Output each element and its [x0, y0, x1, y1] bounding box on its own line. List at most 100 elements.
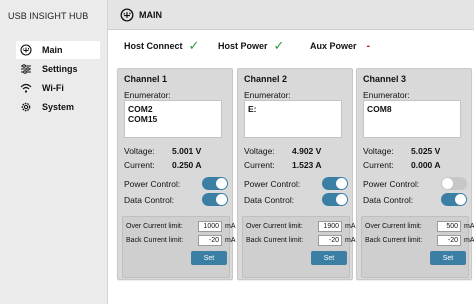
app-title: USB INSIGHT HUB	[8, 11, 89, 21]
gear-icon	[20, 101, 32, 113]
current-limits-panel: Over Current limit: 500 mA Back Current …	[361, 216, 474, 278]
power-control-label: Power Control:	[124, 179, 181, 189]
current-value: 0.250 A	[172, 160, 202, 170]
sidebar-item-wifi[interactable]: Wi-Fi	[16, 79, 100, 97]
toggle-knob	[216, 178, 227, 189]
sidebar-item-settings[interactable]: Settings	[16, 60, 100, 78]
page-title: MAIN	[139, 9, 162, 20]
enumerator-label: Enumerator:	[244, 90, 291, 100]
back-current-unit: mA	[345, 237, 356, 244]
enumerator-line: COM15	[128, 114, 158, 124]
back-current-row: Back Current limit: -20 mA	[126, 235, 236, 246]
over-current-unit: mA	[225, 223, 236, 230]
over-current-input[interactable]: 500	[437, 221, 461, 232]
current-row: Current: 1.523 A	[244, 160, 321, 170]
toggle-knob	[455, 194, 466, 205]
data-control-row: Data Control:	[124, 193, 228, 207]
over-current-unit: mA	[464, 223, 474, 230]
over-current-row: Over Current limit: 1900 mA	[246, 221, 356, 232]
data-control-label: Data Control:	[244, 195, 295, 205]
over-current-input[interactable]: 1000	[198, 221, 222, 232]
data-control-label: Data Control:	[124, 195, 175, 205]
aux-power-label: Aux Power	[310, 41, 357, 51]
over-current-unit: mA	[345, 223, 356, 230]
over-current-input[interactable]: 1900	[318, 221, 342, 232]
check-icon: ✓	[188, 38, 200, 53]
enumerator-line: COM8	[367, 104, 392, 114]
voltage-label: Voltage:	[244, 146, 275, 156]
data-control-label: Data Control:	[363, 195, 414, 205]
power-control-row: Power Control:	[363, 177, 467, 191]
toggle-knob	[216, 194, 227, 205]
current-value: 1.523 A	[292, 160, 322, 170]
voltage-value: 4.902 V	[292, 146, 322, 156]
data-control-toggle[interactable]	[322, 193, 348, 206]
set-button[interactable]: Set	[430, 251, 466, 265]
back-current-label: Back Current limit:	[126, 237, 184, 244]
over-current-label: Over Current limit:	[246, 223, 303, 230]
back-current-label: Back Current limit:	[365, 237, 423, 244]
data-control-toggle[interactable]	[202, 193, 228, 206]
channel-title: Channel 1	[124, 74, 168, 84]
sidebar-item-main[interactable]: Main	[16, 41, 100, 59]
back-current-row: Back Current limit: -20 mA	[246, 235, 356, 246]
power-control-row: Power Control:	[244, 177, 348, 191]
voltage-label: Voltage:	[363, 146, 394, 156]
data-control-toggle[interactable]	[441, 193, 467, 206]
sidebar-item-label: System	[42, 102, 75, 112]
current-label: Current:	[363, 160, 394, 170]
back-current-unit: mA	[464, 237, 474, 244]
channel-title: Channel 3	[363, 74, 407, 84]
check-icon: ✓	[273, 38, 285, 53]
voltage-row: Voltage: 5.025 V	[363, 146, 440, 156]
back-current-label: Back Current limit:	[246, 237, 304, 244]
voltage-value: 5.025 V	[411, 146, 441, 156]
header-bar: MAIN	[108, 0, 474, 30]
sidebar-item-system[interactable]: System	[16, 98, 100, 116]
host-connect-label: Host Connect	[124, 41, 183, 51]
back-current-unit: mA	[225, 237, 236, 244]
back-current-input[interactable]: -20	[198, 235, 222, 246]
usb-icon	[120, 8, 134, 22]
power-control-toggle[interactable]	[441, 177, 467, 190]
power-control-toggle[interactable]	[202, 177, 228, 190]
current-row: Current: 0.250 A	[124, 160, 201, 170]
voltage-row: Voltage: 5.001 V	[124, 146, 201, 156]
host-connect-status: Host Connect ✓	[124, 37, 199, 55]
status-bar: Host Connect ✓ Host Power ✓ Aux Power -	[116, 37, 472, 55]
host-power-label: Host Power	[218, 41, 268, 51]
toggle-knob	[336, 178, 347, 189]
channel-card-1: Channel 1 Enumerator: COM2 COM15 Voltage…	[117, 68, 236, 280]
power-control-toggle[interactable]	[322, 177, 348, 190]
aux-power-status: Aux Power -	[310, 37, 370, 55]
voltage-value: 5.001 V	[172, 146, 202, 156]
sliders-icon	[20, 63, 32, 75]
current-limits-panel: Over Current limit: 1000 mA Back Current…	[122, 216, 236, 278]
voltage-row: Voltage: 4.902 V	[244, 146, 321, 156]
wifi-icon	[20, 82, 32, 94]
current-value: 0.000 A	[411, 160, 441, 170]
channel-card-3: Channel 3 Enumerator: COM8 Voltage: 5.02…	[356, 68, 474, 280]
back-current-row: Back Current limit: -20 mA	[365, 235, 474, 246]
data-control-row: Data Control:	[363, 193, 467, 207]
set-button[interactable]: Set	[191, 251, 227, 265]
enumerator-box: COM8	[363, 100, 461, 138]
enumerator-label: Enumerator:	[124, 90, 171, 100]
enumerator-box: COM2 COM15	[124, 100, 222, 138]
dash-icon: -	[366, 40, 371, 52]
voltage-label: Voltage:	[124, 146, 155, 156]
sidebar-item-label: Settings	[42, 64, 78, 74]
current-limits-panel: Over Current limit: 1900 mA Back Current…	[242, 216, 356, 278]
back-current-input[interactable]: -20	[437, 235, 461, 246]
current-label: Current:	[244, 160, 275, 170]
host-power-status: Host Power ✓	[218, 37, 284, 55]
toggle-knob	[442, 178, 453, 189]
sidebar: USB INSIGHT HUB Main Settings Wi-Fi Syst…	[0, 0, 108, 304]
enumerator-line: E:	[248, 104, 257, 114]
back-current-input[interactable]: -20	[318, 235, 342, 246]
set-button[interactable]: Set	[311, 251, 347, 265]
sidebar-item-label: Main	[42, 45, 63, 55]
enumerator-line: COM2	[128, 104, 153, 114]
channel-title: Channel 2	[244, 74, 288, 84]
power-control-label: Power Control:	[363, 179, 420, 189]
